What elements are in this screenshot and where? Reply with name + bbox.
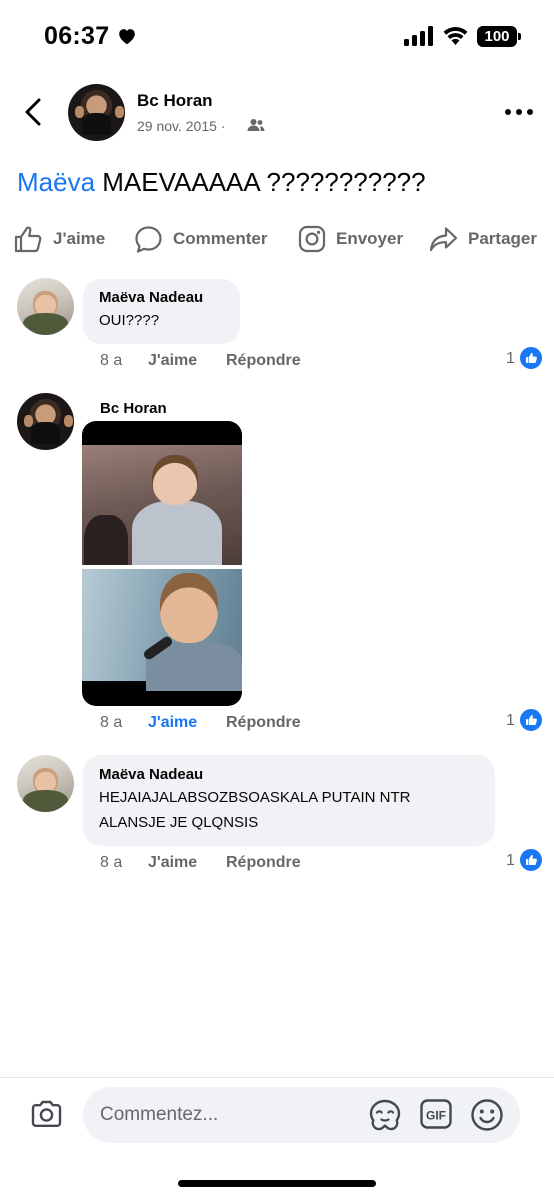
comment-bubble[interactable]: Maëva Nadeau HEJAIAJALABSOZBSOASKALA PUT… xyxy=(83,755,495,846)
cellular-signal-icon xyxy=(404,26,433,46)
comment-input[interactable] xyxy=(83,1087,520,1143)
like-reaction-icon[interactable] xyxy=(519,848,543,872)
comment-like-button[interactable]: J'aime xyxy=(148,352,197,370)
comment-author-name[interactable]: Maëva Nadeau xyxy=(99,289,224,306)
comment-text-line: HEJAIAJALABSOZBSOASKALA PUTAIN NTR xyxy=(99,789,411,806)
comment-age: 8 a xyxy=(100,854,123,871)
post-text: Maëva MAEVAAAAA ??????????? xyxy=(17,167,426,198)
status-time: 06:37 xyxy=(44,22,110,50)
comment-like-button[interactable]: J'aime xyxy=(148,854,197,872)
heart-icon xyxy=(119,29,135,45)
comment-reply-button[interactable]: Répondre xyxy=(226,352,301,370)
comment-age: 8 a xyxy=(100,714,123,731)
photo-panel-top xyxy=(82,445,242,575)
share-action-button[interactable]: Partager xyxy=(429,222,537,256)
post-date[interactable]: 29 nov. 2015 · xyxy=(137,118,225,134)
avatar-sticker-icon[interactable] xyxy=(367,1097,403,1133)
like-action-button[interactable]: J'aime xyxy=(14,222,105,256)
emoji-icon[interactable] xyxy=(469,1097,505,1133)
share-arrow-icon xyxy=(429,227,458,252)
svg-text:GIF: GIF xyxy=(426,1109,446,1123)
comment-bubble[interactable]: Maëva Nadeau OUI???? xyxy=(83,279,240,344)
gif-icon[interactable]: GIF xyxy=(419,1097,453,1131)
comment-text: HEJAIAJALABSOZBSOASKALA PUTAIN NTR ALANS… xyxy=(99,786,479,834)
comment-author-name[interactable]: Bc Horan xyxy=(100,400,167,417)
comment-bubble-icon xyxy=(135,225,162,253)
post-author-avatar[interactable] xyxy=(68,84,125,141)
like-action-label: J'aime xyxy=(53,229,106,248)
reaction-count[interactable]: 1 xyxy=(506,712,515,730)
comment-age: 8 a xyxy=(100,352,123,369)
comment-photo-attachment[interactable] xyxy=(82,421,242,706)
comment-author-name[interactable]: Maëva Nadeau xyxy=(99,766,479,783)
composer-divider xyxy=(0,1077,554,1078)
reaction-count[interactable]: 1 xyxy=(506,350,515,368)
comment-author-avatar[interactable] xyxy=(17,393,74,450)
post-mention-link[interactable]: Maëva xyxy=(17,167,95,197)
instagram-icon xyxy=(298,225,326,253)
status-bar: 06:37 100 xyxy=(0,0,554,72)
back-button[interactable] xyxy=(18,94,52,130)
post-author-name[interactable]: Bc Horan xyxy=(137,91,213,111)
comment-reply-button[interactable]: Répondre xyxy=(226,854,301,872)
comment-author-avatar[interactable] xyxy=(17,755,74,812)
share-action-label: Partager xyxy=(468,229,537,248)
comment-action-button[interactable]: Commenter xyxy=(134,222,267,256)
home-indicator xyxy=(178,1180,376,1187)
comment-text-line: ALANSJE JE QLQNSIS xyxy=(99,814,259,831)
like-reaction-icon[interactable] xyxy=(519,346,543,370)
comment-text: OUI???? xyxy=(99,312,160,329)
comment-author-avatar[interactable] xyxy=(17,278,74,335)
comment-action-label: Commenter xyxy=(173,229,268,248)
comment-like-button[interactable]: J'aime xyxy=(148,714,197,732)
like-reaction-icon[interactable] xyxy=(519,708,543,732)
comment-reply-button[interactable]: Répondre xyxy=(226,714,301,732)
thumbs-up-icon xyxy=(14,226,42,253)
reaction-count[interactable]: 1 xyxy=(506,852,515,870)
camera-icon[interactable] xyxy=(29,1097,64,1132)
wifi-icon xyxy=(443,26,468,45)
send-action-label: Envoyer xyxy=(336,229,404,248)
battery-icon: 100 xyxy=(477,26,521,47)
post-body-text: MAEVAAAAA ??????????? xyxy=(95,167,426,197)
send-action-button[interactable]: Envoyer xyxy=(298,222,403,256)
photo-panel-bottom xyxy=(82,569,242,691)
friends-audience-icon xyxy=(247,119,265,131)
more-options-button[interactable] xyxy=(502,102,536,122)
